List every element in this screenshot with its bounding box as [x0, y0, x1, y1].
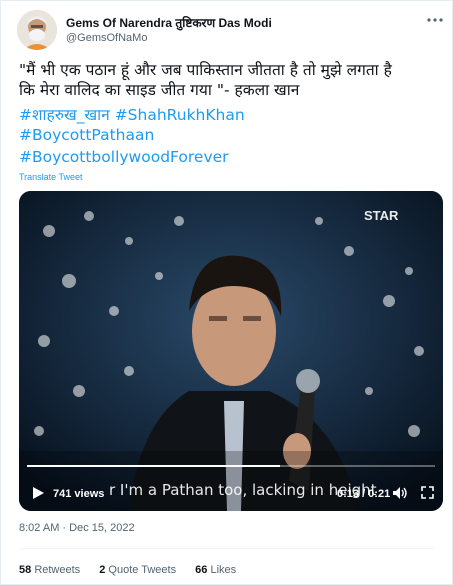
volume-icon[interactable]: [392, 486, 408, 500]
hashtag-link[interactable]: #BoycottPathaan: [19, 126, 154, 144]
play-icon[interactable]: [31, 486, 45, 500]
quote-tweets-label: Quote Tweets: [108, 564, 177, 576]
quote-tweets-count: 2: [99, 564, 106, 576]
tweet-text: "मैं भी एक पठान हूं और जब पाकिस्तान जीतत…: [19, 60, 444, 100]
likes-stat[interactable]: 66 Likes: [195, 564, 236, 576]
retweets-stat[interactable]: 58 Retweets: [19, 564, 80, 576]
author-handle[interactable]: @GemsOfNaMo: [66, 32, 147, 44]
author-name[interactable]: Gems Of Narendra तुष्टिकरण Das Modi: [66, 14, 272, 31]
engagement-stats: 58 Retweets 2 Quote Tweets 66 Likes: [19, 564, 252, 576]
channel-logo: STAR: [364, 208, 399, 223]
fullscreen-icon[interactable]: [421, 486, 434, 499]
hashtag-link[interactable]: #शाहरुख_खान #ShahRukhKhan: [19, 103, 245, 125]
quote-tweets-stat[interactable]: 2 Quote Tweets: [99, 564, 176, 576]
hashtag-link[interactable]: #BoycottbollywoodForever: [19, 148, 229, 166]
divider: [19, 548, 434, 549]
likes-label: Likes: [210, 564, 237, 576]
translate-tweet-link[interactable]: Translate Tweet: [19, 172, 83, 182]
retweets-count: 58: [19, 564, 32, 576]
tweet-text-line: कि मेरा वालिद का साइड जीत गया "- हकला खा…: [19, 81, 300, 99]
video-frame: [19, 191, 443, 511]
likes-count: 66: [195, 564, 208, 576]
retweets-label: Retweets: [34, 564, 81, 576]
more-icon[interactable]: [424, 12, 446, 28]
avatar[interactable]: [17, 10, 57, 50]
video-progress-bar[interactable]: [27, 465, 435, 467]
video-views: 741 views: [53, 488, 105, 500]
tweet-timestamp[interactable]: 8:02 AM · Dec 15, 2022: [19, 522, 135, 534]
video-player[interactable]: STAR 741 views r I'm a Pathan too, lacki…: [19, 191, 443, 511]
tweet-card: Gems Of Narendra तुष्टिकरण Das Modi @Gem…: [0, 0, 453, 585]
video-time: 0:13 / 0:21: [337, 488, 391, 500]
tweet-text-line: "मैं भी एक पठान हूं और जब पाकिस्तान जीतत…: [19, 61, 392, 79]
video-progress-fill: [27, 465, 280, 467]
